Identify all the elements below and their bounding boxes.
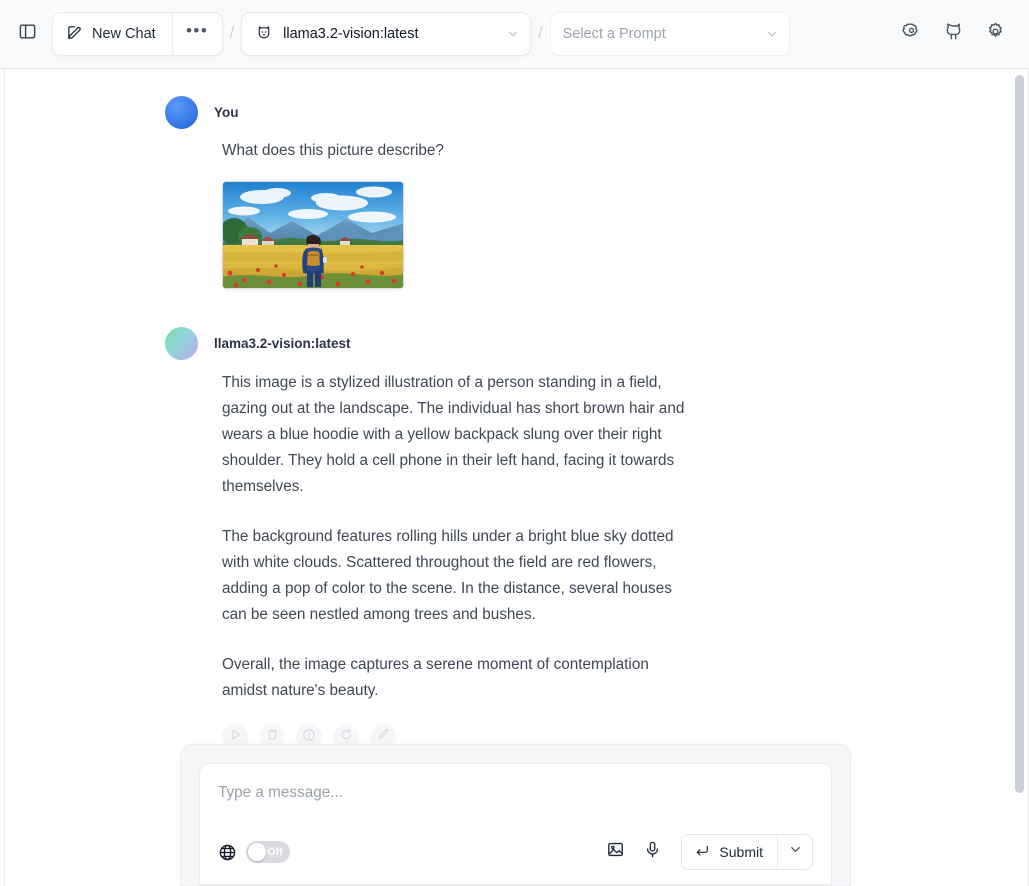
- conversation-area: You What does this picture describe? lla…: [0, 69, 1029, 886]
- message-assistant: llama3.2-vision:latest This image is a s…: [0, 289, 1012, 750]
- enter-return-icon: [694, 843, 710, 862]
- assistant-paragraph-3: Overall, the image captures a serene mom…: [222, 656, 649, 699]
- message-composer: Off: [180, 744, 851, 886]
- web-search-toggle[interactable]: Off: [246, 841, 290, 863]
- user-message-text: What does this picture describe?: [222, 142, 444, 159]
- composer-right-controls: Submit: [601, 834, 813, 870]
- attach-image-button[interactable]: [601, 838, 629, 866]
- edit-square-icon: [66, 24, 83, 45]
- submit-group: Submit: [681, 834, 813, 870]
- submit-options-button[interactable]: [778, 835, 812, 869]
- model-select-value: llama3.2-vision:latest: [283, 26, 419, 42]
- ellipsis-icon: •••: [185, 21, 209, 40]
- scrollbar-thumb[interactable]: [1015, 75, 1024, 793]
- breadcrumb-separator-1: /: [229, 25, 235, 42]
- user-avatar: [165, 95, 198, 129]
- microphone-icon: [643, 840, 662, 864]
- composer-toolbar: Off Submit: [218, 834, 813, 870]
- message-header: llama3.2-vision:latest: [165, 326, 972, 360]
- toggle-state-label: Off: [267, 846, 283, 858]
- prompt-select[interactable]: Select a Prompt: [549, 12, 790, 56]
- assistant-paragraph-1: This image is a stylized illustration of…: [222, 374, 685, 495]
- gear-icon: [985, 21, 1006, 47]
- github-icon: [943, 21, 964, 47]
- message-author: llama3.2-vision:latest: [214, 335, 351, 351]
- submit-label: Submit: [719, 844, 763, 860]
- assistant-paragraph-2: The background features rolling hills un…: [222, 528, 674, 623]
- message-input[interactable]: [218, 782, 813, 810]
- github-link-button[interactable]: [937, 18, 969, 50]
- top-toolbar: New Chat ••• / llama3.2-vision:latest / …: [0, 0, 1029, 69]
- new-chat-button[interactable]: New Chat: [53, 13, 172, 55]
- chat-application: New Chat ••• / llama3.2-vision:latest / …: [0, 0, 1029, 886]
- microphone-button[interactable]: [638, 838, 666, 866]
- globe-icon[interactable]: [218, 843, 237, 862]
- message-author: You: [214, 104, 239, 120]
- breadcrumb-separator-2: /: [538, 25, 543, 42]
- llama-icon: [254, 24, 274, 44]
- composer-inner: Off: [199, 763, 832, 885]
- sidebar-toggle-button[interactable]: [10, 17, 44, 51]
- brain-settings-icon: [901, 21, 922, 47]
- chevron-down-icon: [759, 27, 779, 41]
- message-header: You: [165, 95, 972, 129]
- toggle-knob: [248, 843, 266, 861]
- chevron-down-icon: [500, 27, 520, 41]
- composer-left-controls: Off: [218, 841, 290, 863]
- image-icon: [606, 840, 625, 864]
- message-user: You What does this picture describe?: [0, 69, 1012, 289]
- toolbar-left-group: New Chat ••• / llama3.2-vision:latest / …: [10, 12, 790, 56]
- new-chat-group: New Chat •••: [52, 12, 223, 56]
- attached-image[interactable]: [222, 181, 404, 289]
- toolbar-right-group: [895, 18, 1015, 50]
- assistant-message-text: This image is a stylized illustration of…: [222, 360, 692, 704]
- prompt-select-placeholder: Select a Prompt: [562, 26, 666, 42]
- vertical-scrollbar[interactable]: [1015, 69, 1024, 886]
- assistant-avatar: [165, 326, 198, 360]
- chevron-down-icon: [788, 842, 803, 862]
- attached-image-illustration: [222, 181, 404, 289]
- new-chat-label: New Chat: [92, 26, 156, 42]
- model-settings-button[interactable]: [895, 18, 927, 50]
- model-select[interactable]: llama3.2-vision:latest: [241, 12, 532, 56]
- settings-button[interactable]: [979, 18, 1011, 50]
- panel-left-icon: [18, 22, 37, 46]
- chat-more-options-button[interactable]: •••: [173, 13, 222, 55]
- submit-button[interactable]: Submit: [682, 835, 777, 869]
